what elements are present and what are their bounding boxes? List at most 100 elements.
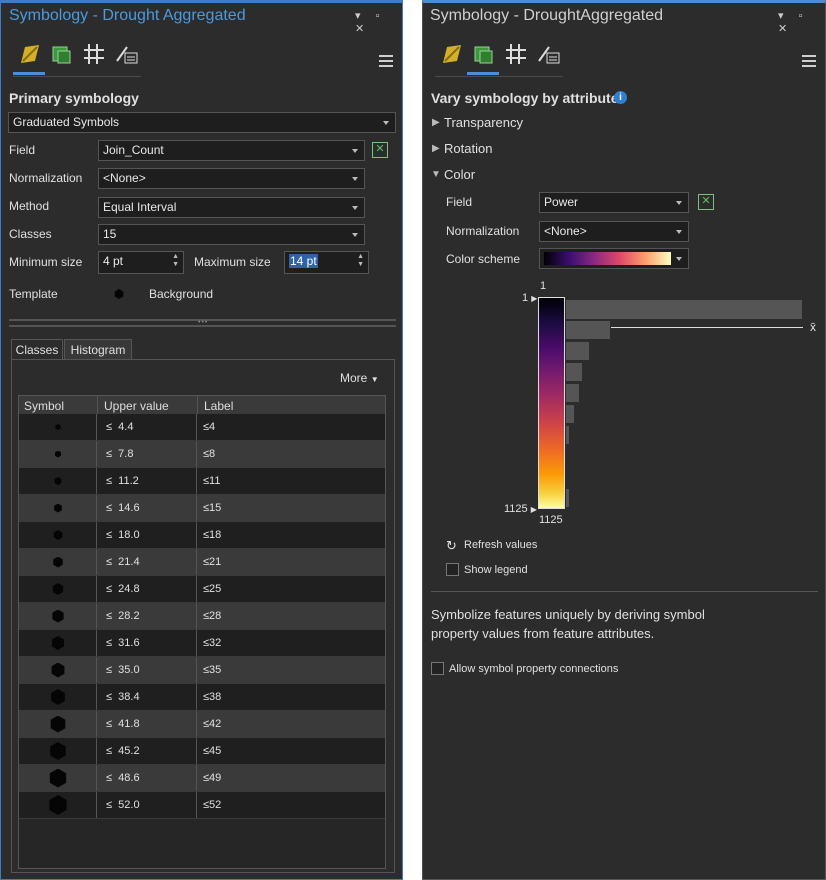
symbol-cell[interactable] <box>19 522 97 548</box>
symbol-cell[interactable] <box>19 684 97 710</box>
upper-value-cell[interactable]: ≤ 24.8 <box>98 576 197 602</box>
table-row[interactable]: ≤ 48.6 ≤49 <box>19 765 385 792</box>
advanced-symbology-tab-icon[interactable] <box>113 41 139 67</box>
label-cell[interactable]: ≤8 <box>199 441 215 467</box>
table-row[interactable]: ≤ 11.2 ≤11 <box>19 468 385 495</box>
advanced-symbology-tab-icon[interactable] <box>535 41 561 67</box>
label-cell[interactable]: ≤32 <box>199 630 221 656</box>
table-row[interactable]: ≤ 52.0 ≤52 <box>19 792 385 819</box>
more-menu-button[interactable]: More ▼ <box>340 371 379 385</box>
upper-value-cell[interactable]: ≤ 18.0 <box>98 522 197 548</box>
table-row[interactable]: ≤ 45.2 ≤45 <box>19 738 385 765</box>
classes-dropdown[interactable]: 15 <box>98 224 365 245</box>
symbol-layers-tab-icon[interactable] <box>81 41 107 67</box>
allow-connections-checkbox[interactable] <box>431 662 444 675</box>
column-header-label[interactable]: Label <box>204 399 233 413</box>
vary-symbology-tab-icon[interactable] <box>471 41 497 67</box>
symbol-cell[interactable] <box>19 549 97 575</box>
label-cell[interactable]: ≤4 <box>199 414 215 440</box>
upper-value-cell[interactable]: ≤ 4.4 <box>98 414 197 440</box>
vary-symbology-tab-icon[interactable] <box>49 41 75 67</box>
tab-classes[interactable]: Classes <box>11 339 63 360</box>
primary-symbology-tab-icon[interactable] <box>439 41 465 67</box>
pane-window-controls[interactable]: ▾ ▫ ✕ <box>778 9 825 35</box>
expression-excel-icon[interactable]: ✕ <box>372 142 388 158</box>
table-row[interactable]: ≤ 7.8 ≤8 <box>19 441 385 468</box>
upper-value-cell[interactable]: ≤ 41.8 <box>98 711 197 737</box>
upper-value-cell[interactable]: ≤ 11.2 <box>98 468 197 494</box>
upper-value-cell[interactable]: ≤ 14.6 <box>98 495 197 521</box>
label-cell[interactable]: ≤18 <box>199 522 221 548</box>
label-cell[interactable]: ≤15 <box>199 495 221 521</box>
table-row[interactable]: ≤ 14.6 ≤15 <box>19 495 385 522</box>
chevron-right-icon[interactable]: ▶ <box>432 143 440 154</box>
section-color[interactable]: Color <box>444 167 475 182</box>
symbol-cell[interactable] <box>19 738 97 764</box>
template-symbol-swatch[interactable] <box>114 289 124 299</box>
symbol-cell[interactable] <box>19 441 97 467</box>
upper-value-cell[interactable]: ≤ 31.6 <box>98 630 197 656</box>
table-row[interactable]: ≤ 38.4 ≤38 <box>19 684 385 711</box>
upper-value-cell[interactable]: ≤ 21.4 <box>98 549 197 575</box>
label-cell[interactable]: ≤35 <box>199 657 221 683</box>
table-row[interactable]: ≤ 31.6 ≤32 <box>19 630 385 657</box>
table-row[interactable]: ≤ 41.8 ≤42 <box>19 711 385 738</box>
max-size-spinner[interactable]: ▲ ▼ <box>357 253 364 269</box>
upper-value-cell[interactable]: ≤ 45.2 <box>98 738 197 764</box>
expression-excel-icon[interactable]: ✕ <box>698 194 714 210</box>
ramp-top-handle[interactable]: 1 ▶ <box>522 292 537 304</box>
table-row[interactable]: ≤ 21.4 ≤21 <box>19 549 385 576</box>
color-field-dropdown[interactable]: Power <box>539 192 689 213</box>
upper-value-cell[interactable]: ≤ 38.4 <box>98 684 197 710</box>
label-cell[interactable]: ≤45 <box>199 738 221 764</box>
symbol-cell[interactable] <box>19 414 97 440</box>
refresh-values-button[interactable]: Refresh values <box>464 539 537 551</box>
min-size-spinner[interactable]: ▲ ▼ <box>172 253 179 269</box>
label-cell[interactable]: ≤21 <box>199 549 221 575</box>
chevron-down-icon[interactable]: ▼ <box>431 169 441 180</box>
symbol-cell[interactable] <box>19 630 97 656</box>
normalization-dropdown[interactable]: <None> <box>98 168 365 189</box>
table-row[interactable]: ≤ 28.2 ≤28 <box>19 603 385 630</box>
primary-symbology-tab-icon[interactable] <box>17 41 43 67</box>
refresh-icon[interactable]: ↻ <box>446 538 457 554</box>
show-legend-checkbox[interactable] <box>446 563 459 576</box>
label-cell[interactable]: ≤38 <box>199 684 221 710</box>
symbol-cell[interactable] <box>19 792 97 818</box>
tab-histogram[interactable]: Histogram <box>64 339 132 360</box>
table-row[interactable]: ≤ 18.0 ≤18 <box>19 522 385 549</box>
column-header-upper-value[interactable]: Upper value <box>104 399 169 413</box>
max-size-input[interactable]: 14 pt ▲ ▼ <box>284 251 369 274</box>
label-cell[interactable]: ≤25 <box>199 576 221 602</box>
min-size-input[interactable]: 4 pt ▲ ▼ <box>98 251 184 274</box>
table-row[interactable]: ≤ 24.8 ≤25 <box>19 576 385 603</box>
symbol-layers-tab-icon[interactable] <box>503 41 529 67</box>
table-row[interactable]: ≤ 35.0 ≤35 <box>19 657 385 684</box>
color-scheme-dropdown[interactable] <box>539 248 689 269</box>
upper-value-cell[interactable]: ≤ 7.8 <box>98 441 197 467</box>
symbol-cell[interactable] <box>19 495 97 521</box>
ramp-bottom-handle[interactable]: 1125 ▶ <box>504 503 537 515</box>
symbol-cell[interactable] <box>19 657 97 683</box>
field-dropdown[interactable]: Join_Count <box>98 140 365 161</box>
color-ramp-bar[interactable] <box>538 297 565 509</box>
section-rotation[interactable]: Rotation <box>444 141 492 156</box>
section-transparency[interactable]: Transparency <box>444 115 523 130</box>
upper-value-cell[interactable]: ≤ 28.2 <box>98 603 197 629</box>
upper-value-cell[interactable]: ≤ 35.0 <box>98 657 197 683</box>
method-dropdown[interactable]: Equal Interval <box>98 197 365 218</box>
symbology-type-dropdown[interactable]: Graduated Symbols <box>8 112 396 133</box>
chevron-right-icon[interactable]: ▶ <box>432 117 440 128</box>
label-cell[interactable]: ≤42 <box>199 711 221 737</box>
info-icon[interactable]: i <box>614 91 627 104</box>
upper-value-cell[interactable]: ≤ 48.6 <box>98 765 197 791</box>
symbol-cell[interactable] <box>19 711 97 737</box>
symbol-cell[interactable] <box>19 576 97 602</box>
table-row[interactable]: ≤ 4.4 ≤4 <box>19 414 385 441</box>
color-normalization-dropdown[interactable]: <None> <box>539 221 689 242</box>
pane-window-controls[interactable]: ▾ ▫ ✕ <box>355 9 402 35</box>
label-cell[interactable]: ≤11 <box>199 468 220 494</box>
label-cell[interactable]: ≤52 <box>199 792 221 818</box>
symbol-cell[interactable] <box>19 603 97 629</box>
upper-value-cell[interactable]: ≤ 52.0 <box>98 792 197 818</box>
